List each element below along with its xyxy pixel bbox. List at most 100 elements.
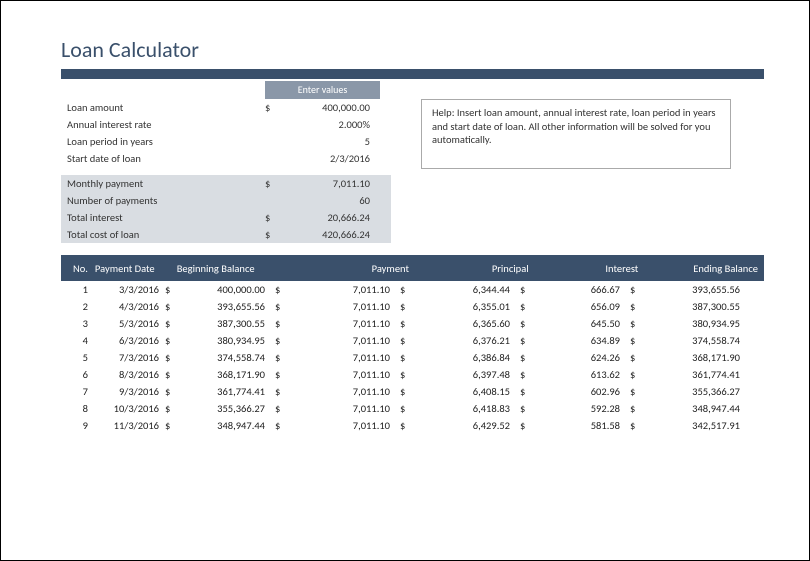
currency-symbol: $ bbox=[261, 175, 281, 192]
start-date-value[interactable]: 2/3/2016 bbox=[281, 150, 376, 167]
currency-symbol: $ bbox=[271, 400, 285, 417]
cell-ending-balance: 342,517.91 bbox=[640, 417, 746, 434]
currency-symbol: $ bbox=[626, 366, 640, 383]
currency-symbol: $ bbox=[626, 417, 640, 434]
cell-principal: 6,418.83 bbox=[410, 400, 516, 417]
currency-symbol: $ bbox=[396, 417, 410, 434]
currency-symbol: $ bbox=[161, 366, 175, 383]
cell-interest: 656.09 bbox=[530, 298, 626, 315]
currency-symbol: $ bbox=[516, 400, 530, 417]
annual-rate-label: Annual interest rate bbox=[61, 116, 261, 133]
cell-payment-date: 10/3/2016 bbox=[91, 400, 161, 417]
cell-no: 2 bbox=[61, 298, 91, 315]
schedule-body: 13/3/2016$400,000.00$7,011.10$6,344.44$6… bbox=[61, 281, 764, 434]
total-interest-label: Total interest bbox=[61, 209, 261, 226]
cell-ending-balance: 348,947.44 bbox=[640, 400, 746, 417]
cell-beginning-balance: 355,366.27 bbox=[175, 400, 271, 417]
cell-payment-date: 6/3/2016 bbox=[91, 332, 161, 349]
header-beginning-balance: Beginning Balance bbox=[171, 262, 291, 275]
currency-symbol: $ bbox=[516, 298, 530, 315]
table-row: 79/3/2016$361,774.41$7,011.10$6,408.15$6… bbox=[61, 383, 764, 400]
header-payment-date: Payment Date bbox=[91, 262, 171, 275]
currency-symbol: $ bbox=[626, 349, 640, 366]
currency-symbol: $ bbox=[271, 298, 285, 315]
cell-interest: 592.28 bbox=[530, 400, 626, 417]
currency-symbol: $ bbox=[271, 281, 285, 298]
monthly-payment-value: 7,011.10 bbox=[281, 175, 376, 192]
cell-no: 4 bbox=[61, 332, 91, 349]
currency-symbol: $ bbox=[271, 383, 285, 400]
cell-principal: 6,355.01 bbox=[410, 298, 516, 315]
cell-no: 3 bbox=[61, 315, 91, 332]
cell-beginning-balance: 393,655.56 bbox=[175, 298, 271, 315]
currency-symbol: $ bbox=[271, 417, 285, 434]
title-bar bbox=[61, 69, 764, 79]
currency-symbol: $ bbox=[516, 332, 530, 349]
currency-symbol: $ bbox=[161, 332, 175, 349]
cell-ending-balance: 387,300.55 bbox=[640, 298, 746, 315]
monthly-payment-label: Monthly payment bbox=[61, 175, 261, 192]
cell-principal: 6,344.44 bbox=[410, 281, 516, 298]
currency-symbol: $ bbox=[161, 349, 175, 366]
currency-symbol: $ bbox=[626, 315, 640, 332]
cell-payment-date: 8/3/2016 bbox=[91, 366, 161, 383]
cell-interest: 581.58 bbox=[530, 417, 626, 434]
currency-symbol: $ bbox=[516, 383, 530, 400]
cell-principal: 6,386.84 bbox=[410, 349, 516, 366]
cell-principal: 6,376.21 bbox=[410, 332, 516, 349]
help-box: Help: Insert loan amount, annual interes… bbox=[421, 99, 731, 169]
loan-amount-label: Loan amount bbox=[61, 99, 261, 116]
cell-payment-date: 9/3/2016 bbox=[91, 383, 161, 400]
cell-payment: 7,011.10 bbox=[285, 400, 396, 417]
page-title: Loan Calculator bbox=[61, 36, 764, 63]
currency-symbol: $ bbox=[516, 281, 530, 298]
cell-payment: 7,011.10 bbox=[285, 298, 396, 315]
currency-symbol: $ bbox=[271, 366, 285, 383]
table-row: 810/3/2016$355,366.27$7,011.10$6,418.83$… bbox=[61, 400, 764, 417]
header-payment: Payment bbox=[290, 262, 415, 275]
cell-principal: 6,408.15 bbox=[410, 383, 516, 400]
cell-ending-balance: 368,171.90 bbox=[640, 349, 746, 366]
cell-principal: 6,365.60 bbox=[410, 315, 516, 332]
loan-period-value[interactable]: 5 bbox=[281, 133, 376, 150]
cell-ending-balance: 374,558.74 bbox=[640, 332, 746, 349]
cell-payment: 7,011.10 bbox=[285, 281, 396, 298]
cell-no: 6 bbox=[61, 366, 91, 383]
schedule-header: No. Payment Date Beginning Balance Payme… bbox=[61, 255, 764, 281]
loan-amount-value[interactable]: 400,000.00 bbox=[281, 99, 376, 116]
cell-ending-balance: 393,655.56 bbox=[640, 281, 746, 298]
num-payments-value: 60 bbox=[281, 192, 376, 209]
cell-beginning-balance: 387,300.55 bbox=[175, 315, 271, 332]
cell-no: 9 bbox=[61, 417, 91, 434]
currency-symbol: $ bbox=[396, 332, 410, 349]
cell-interest: 602.96 bbox=[530, 383, 626, 400]
cell-payment-date: 5/3/2016 bbox=[91, 315, 161, 332]
cell-beginning-balance: 348,947.44 bbox=[175, 417, 271, 434]
currency-symbol: $ bbox=[261, 99, 281, 116]
total-interest-value: 20,666.24 bbox=[281, 209, 376, 226]
total-cost-label: Total cost of loan bbox=[61, 226, 261, 243]
currency-symbol: $ bbox=[516, 366, 530, 383]
cell-payment: 7,011.10 bbox=[285, 332, 396, 349]
currency-symbol: $ bbox=[161, 417, 175, 434]
start-date-row: Start date of loan 2/3/2016 bbox=[61, 150, 391, 167]
loan-amount-row: Loan amount $ 400,000.00 bbox=[61, 99, 391, 116]
currency-symbol: $ bbox=[161, 400, 175, 417]
currency-symbol: $ bbox=[261, 209, 281, 226]
cell-principal: 6,429.52 bbox=[410, 417, 516, 434]
cell-no: 8 bbox=[61, 400, 91, 417]
currency-symbol: $ bbox=[271, 349, 285, 366]
header-ending-balance: Ending Balance bbox=[644, 262, 764, 275]
num-payments-row: Number of payments 60 bbox=[61, 192, 391, 209]
annual-rate-value[interactable]: 2.000% bbox=[281, 116, 376, 133]
table-row: 13/3/2016$400,000.00$7,011.10$6,344.44$6… bbox=[61, 281, 764, 298]
enter-values-header: Enter values bbox=[265, 81, 380, 99]
currency-symbol: $ bbox=[161, 281, 175, 298]
cell-ending-balance: 380,934.95 bbox=[640, 315, 746, 332]
header-no: No. bbox=[61, 262, 91, 275]
cell-payment-date: 3/3/2016 bbox=[91, 281, 161, 298]
currency-symbol: $ bbox=[271, 315, 285, 332]
cell-principal: 6,397.48 bbox=[410, 366, 516, 383]
currency-symbol: $ bbox=[396, 298, 410, 315]
cell-no: 7 bbox=[61, 383, 91, 400]
